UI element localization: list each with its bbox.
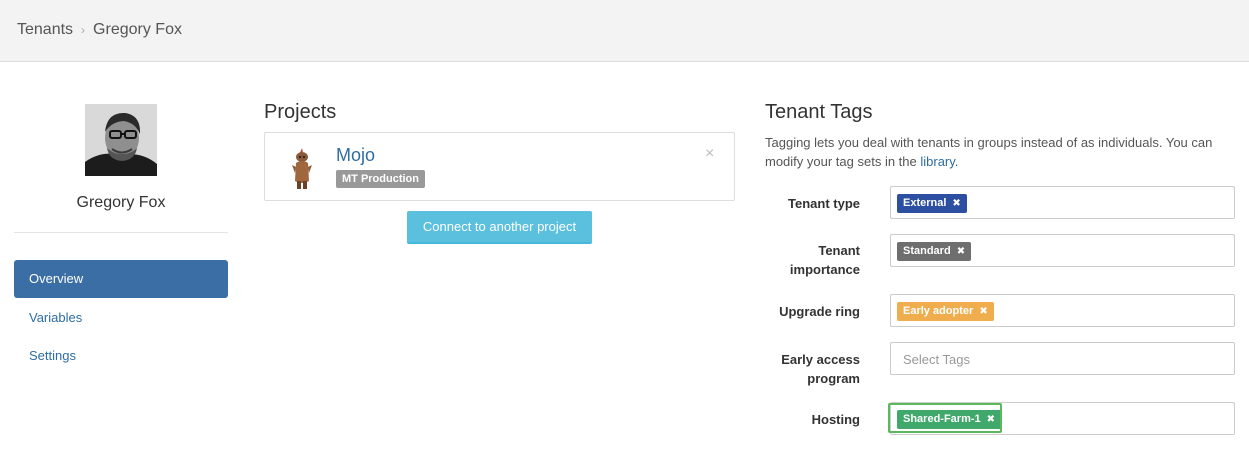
tag-chip-label: Standard [903,245,951,257]
tenant-tags-title: Tenant Tags [765,101,873,123]
sidebar-item-overview[interactable]: Overview [14,260,228,298]
tag-chip-label: External [903,197,947,209]
breadcrumb: Tenants › Gregory Fox [17,21,182,39]
environment-badge: MT Production [336,170,425,188]
tag-chip-shared-farm-1: Shared-Farm-1 ✖ [897,410,1002,429]
tag-label-text: Tenant importance [789,243,860,277]
tag-chip-standard: Standard ✖ [897,242,972,261]
project-name-link[interactable]: Mojo [336,145,375,166]
sidebar-item-settings[interactable]: Settings [14,337,228,375]
avatar [85,104,157,176]
connect-project-button[interactable]: Connect to another project [407,211,592,244]
project-card: Mojo MT Production × [264,132,735,201]
sidebar-divider [14,232,228,233]
tag-label-tenant-type: Tenant type [788,196,860,211]
breadcrumb-current: Gregory Fox [93,21,182,38]
tag-label-early-access: Early access program [750,350,860,388]
early-access-tag-input[interactable]: Select Tags [890,342,1235,375]
breadcrumb-tenants-link[interactable]: Tenants [17,21,73,39]
tag-label-upgrade-ring: Upgrade ring [779,304,860,319]
upgrade-ring-tag-input[interactable]: Early adopter ✖ [890,294,1235,327]
top-header: Tenants › Gregory Fox [0,0,1249,62]
remove-tag-icon[interactable]: ✖ [979,306,987,317]
description-end: . [954,154,959,169]
sidebar-item-variables[interactable]: Variables [14,299,228,337]
tenant-tags-description: Tagging lets you deal with tenants in gr… [765,133,1235,171]
profile-name: Gregory Fox [76,194,166,211]
project-logo-icon [287,147,317,191]
tag-label-text: Early access program [781,352,860,386]
description-text: Tagging lets you deal with tenants in gr… [765,135,1213,169]
remove-project-close-icon[interactable]: × [705,145,714,163]
tag-label-tenant-importance: Tenant importance [750,241,860,279]
library-link[interactable]: library [920,154,954,169]
remove-tag-icon[interactable]: ✖ [987,414,995,425]
hosting-tag-input[interactable]: Shared-Farm-1 ✖ [890,402,1235,435]
breadcrumb-separator: › [81,23,86,37]
remove-tag-icon[interactable]: ✖ [957,246,965,257]
tag-label-hosting: Hosting [811,412,860,427]
tag-chip-external: External ✖ [897,194,967,213]
tag-chip-early-adopter: Early adopter ✖ [897,302,994,321]
tag-chip-label: Shared-Farm-1 [903,413,981,425]
remove-tag-icon[interactable]: ✖ [952,198,960,209]
tenant-importance-tag-input[interactable]: Standard ✖ [890,234,1235,267]
tenant-type-tag-input[interactable]: External ✖ [890,186,1235,219]
projects-title: Projects [264,101,337,123]
tag-chip-label: Early adopter [903,305,974,317]
select-tags-placeholder: Select Tags [903,352,970,367]
